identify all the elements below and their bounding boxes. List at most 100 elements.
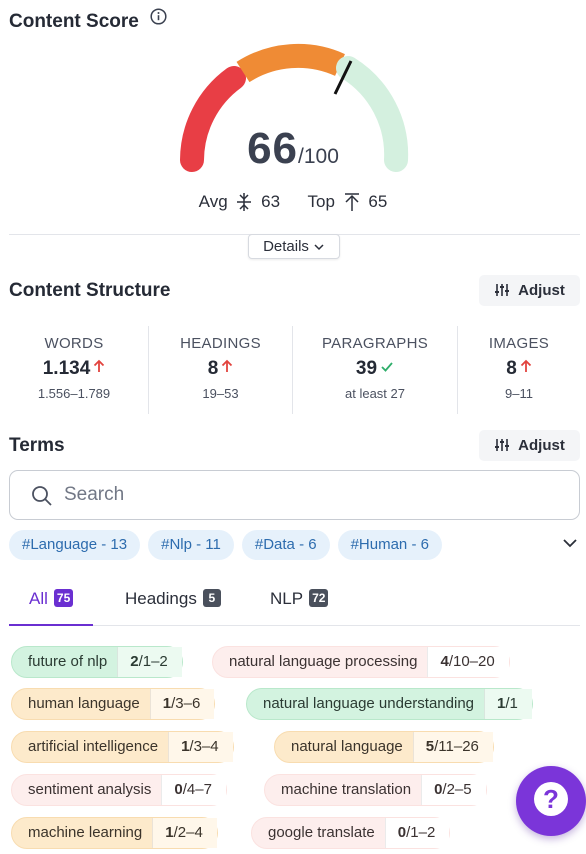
term-range: /10–20 [448,653,495,670]
tab-count-badge: 5 [202,589,221,607]
metric-label: HEADINGS [180,335,261,352]
check-icon [381,362,393,372]
metric-label: PARAGRAPHS [321,335,429,352]
arrow-up-icon [520,359,531,372]
metric-value: 1.134 [42,358,91,379]
metric-images: IMAGES 8 9–11 [458,326,580,414]
metric-value: 39 [355,358,378,379]
tab-label: Headings [125,589,197,608]
details-button[interactable]: Details [248,234,340,259]
top-label: Top [307,191,335,211]
term-text: human language [28,695,140,712]
term-chip[interactable]: sentiment analysis 0/4–7 [11,774,227,806]
chevron-down-icon[interactable] [562,537,578,549]
term-text: natural language understanding [263,695,475,712]
term-chip[interactable]: future of nlp 2/1–2 [11,646,183,678]
sliders-icon [495,284,510,296]
term-count: 5 [425,738,435,755]
term-count: 0 [397,824,407,841]
structure-metrics: WORDS 1.134 1.556–1.789 HEADINGS 8 19–53… [0,326,586,414]
metric-range: 1.556–1.789 [37,386,111,401]
term-text: artificial intelligence [28,738,159,755]
hashtag-chip[interactable]: #Data - 6 [241,530,330,560]
sliders-icon [495,439,510,451]
tab-nlp[interactable]: NLP 72 [270,580,329,626]
term-chip[interactable]: natural language understanding 1/1 [246,688,533,720]
term-chip[interactable]: machine learning 1/2–4 [11,817,218,849]
term-range: /2–4 [173,824,203,841]
tab-headings[interactable]: Headings 5 [125,580,221,626]
term-range: /3–4 [189,738,219,755]
structure-adjust-button[interactable]: Adjust [479,275,580,306]
score-value: 66 [247,124,299,173]
term-text: sentiment analysis [28,781,152,798]
top-icon [344,192,359,211]
terms-adjust-label: Adjust [518,437,565,454]
term-text: machine learning [28,824,143,841]
hashtag-chip[interactable]: #Human - 6 [337,530,442,560]
search-box[interactable] [9,470,580,520]
avg-value: 63 [261,191,281,211]
term-chip[interactable]: natural language 5/11–26 [274,731,494,763]
metric-range: at least 27 [345,386,405,401]
metric-paragraphs: PARAGRAPHS 39 at least 27 [293,326,457,414]
term-range: /3–6 [171,695,201,712]
term-count: 4 [440,653,449,670]
structure-adjust-label: Adjust [518,282,565,299]
term-text: natural language processing [229,653,418,670]
terms-title: Terms [9,435,65,456]
term-count: 0 [174,781,183,798]
term-range: /11–26 [434,738,479,755]
metric-range: 9–11 [505,386,533,401]
details-label: Details [263,238,309,255]
metric-words: WORDS 1.134 1.556–1.789 [0,326,148,414]
term-count: 1 [162,695,172,712]
avg-top-row: Avg 63 Top 65 [0,191,586,212]
arrow-up-icon [222,359,233,372]
chevron-down-icon [314,244,324,251]
term-range: /1 [505,695,518,712]
terms-tabs: All 75 Headings 5 NLP 72 [9,580,580,626]
question-icon: ? [534,782,568,816]
terms-adjust-button[interactable]: Adjust [479,430,580,461]
score-max: /100 [298,145,339,168]
term-count: 2 [130,653,139,670]
help-button[interactable]: ? [516,766,586,836]
term-chip[interactable]: human language 1/3–6 [11,688,216,720]
term-text: natural language [291,738,403,755]
tab-label: NLP [270,589,304,608]
arrow-up-icon [94,359,105,372]
term-range: /1–2 [138,653,168,670]
metric-value: 8 [506,358,517,379]
metric-label: IMAGES [488,335,550,352]
top-value: 65 [368,191,388,211]
score-display: 66/100 [0,124,586,174]
hashtag-chip[interactable]: #Language - 13 [9,530,141,560]
tab-count-badge: 75 [53,589,74,607]
term-chip[interactable]: google translate 0/1–2 [251,817,451,849]
term-text: google translate [268,824,375,841]
term-range: /2–5 [442,781,472,798]
metric-headings: HEADINGS 8 19–53 [149,326,292,414]
tab-count-badge: 72 [309,589,329,607]
term-chip[interactable]: machine translation 0/2–5 [264,774,487,806]
search-input[interactable] [64,482,544,508]
hashtag-filters: #Language - 13 #Nlp - 11 #Data - 6 #Human -… [9,530,569,560]
metric-range: 19–53 [202,386,239,401]
avg-label: Avg [198,191,228,211]
term-text: machine translation [281,781,412,798]
content-structure-title: Content Structure [9,280,171,301]
term-count: 1 [165,824,174,841]
term-text: future of nlp [28,653,108,670]
tab-label: All [29,589,48,608]
term-chip[interactable]: artificial intelligence 1/3–4 [11,731,234,763]
term-chip[interactable]: natural language processing 4/10–20 [212,646,510,678]
tab-all[interactable]: All 75 [9,580,94,626]
search-icon [32,486,52,506]
hashtag-chip[interactable]: #Nlp - 11 [148,530,234,560]
term-range: /4–7 [182,781,212,798]
avg-icon [237,192,252,211]
term-range: /1–2 [406,824,436,841]
metric-value: 8 [207,358,219,379]
metric-label: WORDS [44,335,104,352]
